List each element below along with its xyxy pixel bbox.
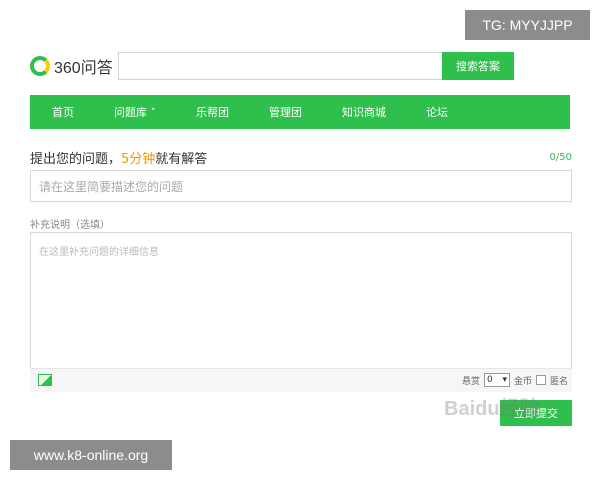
char-counter: 0/50	[549, 152, 572, 163]
nav-item-forum[interactable]: 论坛	[406, 104, 468, 120]
search-input[interactable]	[118, 52, 442, 80]
reward-group: 悬赏 0 ▾ 金币 匿名	[462, 373, 568, 387]
reward-label: 悬赏	[461, 376, 480, 387]
ask-title-highlight: 5分钟	[121, 152, 156, 167]
reward-select[interactable]: 0 ▾	[483, 373, 510, 387]
anonymous-checkbox[interactable]	[535, 375, 546, 385]
question-input[interactable]: 请在这里简要描述您的问题	[30, 170, 572, 202]
currency-label: 金币	[513, 376, 532, 387]
nav-item-home[interactable]: 首页	[30, 104, 94, 120]
anonymous-label: 匿名	[549, 376, 568, 387]
ask-title-suffix: 就有解答	[155, 152, 208, 167]
nav-item-question-library[interactable]: 问题库 ˅	[94, 104, 176, 120]
search-button[interactable]: 搜索答案	[442, 52, 514, 80]
ask-title-prefix: 提出您的问题，	[30, 152, 122, 167]
site-logo[interactable]: 360问答	[30, 54, 113, 78]
baidu-watermark: Baidu经验	[444, 398, 540, 420]
ask-title: 提出您的问题，5分钟就有解答	[30, 148, 207, 167]
image-upload-icon[interactable]	[38, 374, 52, 386]
reward-value: 0	[486, 375, 493, 385]
editor-toolbar: 悬赏 0 ▾ 金币 匿名	[30, 368, 572, 392]
supplement-placeholder: 在这里补充问题的详细信息	[39, 247, 159, 258]
logo-text: 360问答	[54, 60, 113, 77]
main-nav: 首页 问题库 ˅ 乐帮团 管理团 知识商城 论坛	[30, 95, 570, 129]
url-watermark: www.k8-online.org	[10, 440, 172, 470]
nav-item-help-group[interactable]: 乐帮团	[176, 104, 249, 120]
ask-page: 360问答 搜索答案 首页 问题库 ˅ 乐帮团 管理团 知识商城 论坛 提出您的…	[30, 40, 572, 440]
chevron-down-icon: ▾	[502, 375, 507, 385]
nav-item-knowledge-mall[interactable]: 知识商城	[322, 104, 406, 120]
tg-watermark: TG: MYYJJPP	[465, 10, 590, 40]
nav-item-admin-group[interactable]: 管理团	[249, 104, 322, 120]
question-placeholder: 请在这里简要描述您的问题	[39, 179, 184, 194]
logo-icon	[30, 56, 50, 76]
supplement-label: 补充说明（选填）	[30, 220, 110, 231]
